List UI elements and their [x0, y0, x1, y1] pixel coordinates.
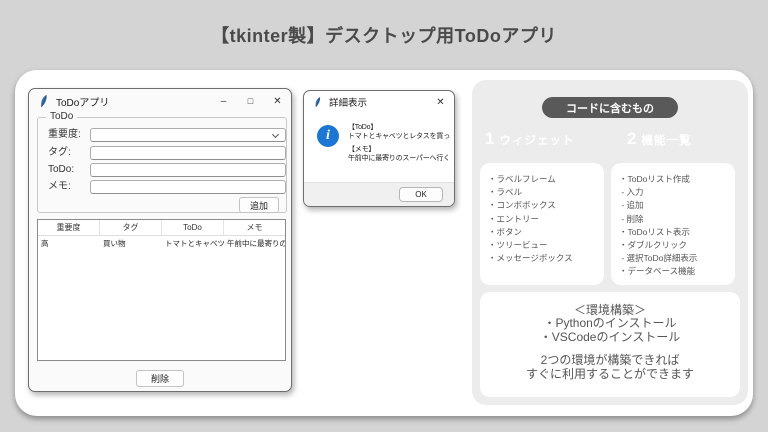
env-note-line: すぐに利用することができます — [525, 366, 694, 381]
section-header-widgets: 1 ウィジェット — [485, 129, 574, 149]
detail-dialog: 詳細表示 ✕ i 【ToDo】 トマトとキャベツとレタスを買ってくる 【メモ】 … — [303, 90, 455, 207]
list-item: ・ラベル — [488, 187, 523, 198]
todo-treeview: 重要度 タグ ToDo メモ 高 買い物 トマトとキャベツとレタスを買ってくる … — [37, 219, 286, 361]
dialog-controls: ✕ — [427, 91, 454, 113]
delete-button[interactable]: 削除 — [136, 370, 184, 387]
todo-label: ToDo: — [48, 164, 75, 175]
treeview-header: 重要度 タグ ToDo メモ — [38, 220, 285, 236]
content-card: ToDoアプリ – □ ✕ ToDo 重要度: タグ: ToDo: メモ: 追加… — [15, 70, 753, 416]
list-item: ・エントリー — [488, 213, 540, 224]
minimize-icon[interactable]: – — [210, 89, 237, 113]
env-heading: ＜環境構築＞ — [573, 303, 646, 317]
todo-labelframe: ToDo 重要度: タグ: ToDo: メモ: 追加 — [37, 111, 287, 213]
section-number: 1 — [485, 129, 495, 148]
message-memo-heading: 【メモ】 — [348, 146, 376, 153]
dialog-body: i 【ToDo】 トマトとキャベツとレタスを買ってくる 【メモ】 午前中に最寄り… — [304, 113, 454, 184]
features-list-card: ・ToDoリスト作成 - 入力 - 追加 - 削除 ・ToDoリスト表示 ・ダブ… — [611, 163, 735, 285]
section-number: 2 — [627, 129, 637, 148]
env-item: ・VSCodeのインストール — [539, 329, 681, 344]
code-contents-panel: コードに含むもの 1 ウィジェット 2 機能一覧 ・ラベルフレーム ・ラベル ・… — [472, 80, 748, 405]
labelframe-legend: ToDo — [46, 111, 78, 123]
python-feather-icon — [41, 94, 47, 108]
widgets-list-card: ・ラベルフレーム ・ラベル ・コンボボックス ・エントリー ・ボタン ・ツリービ… — [480, 163, 604, 285]
memo-input[interactable] — [90, 180, 286, 194]
message-memo-text: 午前中に最寄りのスーパーへ行くこと — [348, 155, 450, 162]
info-icon: i — [317, 125, 339, 147]
slide: 【tkinter製】デスクトップ用ToDoアプリ ToDoアプリ – □ ✕ T… — [0, 0, 768, 432]
table-row[interactable]: 高 買い物 トマトとキャベツとレタスを買ってくる 午前中に最寄りのスーパーへ行く… — [38, 236, 285, 250]
panel-heading-pill: コードに含むもの — [542, 97, 678, 118]
cell-todo: トマトとキャベツとレタスを買ってくる — [165, 239, 224, 248]
tag-input[interactable] — [90, 146, 286, 160]
environment-card: ＜環境構築＞ ・Pythonのインストール ・VSCodeのインストール 2つの… — [480, 292, 740, 397]
section-title: 機能一覧 — [641, 135, 692, 147]
list-item: - 削除 — [619, 213, 644, 224]
dialog-titlebar[interactable]: 詳細表示 ✕ — [304, 91, 454, 113]
todo-input[interactable] — [90, 163, 286, 177]
list-item: ・コンボボックス — [488, 200, 556, 211]
message-todo-heading: 【ToDo】 — [348, 124, 378, 131]
dialog-message: 【ToDo】 トマトとキャベツとレタスを買ってくる 【メモ】 午前中に最寄りのス… — [348, 123, 450, 163]
list-item: ・メッセージボックス — [488, 253, 573, 264]
message-todo-text: トマトとキャベツとレタスを買ってくる — [348, 133, 450, 140]
cell-importance: 高 — [41, 239, 49, 248]
dialog-title: 詳細表示 — [329, 98, 368, 109]
todo-window-title: ToDoアプリ — [56, 97, 110, 109]
close-icon[interactable]: ✕ — [427, 91, 454, 113]
cell-memo: 午前中に最寄りのスーパーへ行くこと — [227, 239, 285, 248]
chevron-down-icon[interactable] — [271, 130, 280, 139]
column-header-memo[interactable]: メモ — [224, 220, 285, 235]
importance-combobox[interactable] — [90, 128, 286, 142]
list-item: - 追加 — [619, 200, 644, 211]
list-item: - 選択ToDo詳細表示 — [619, 253, 698, 264]
list-item: ・ToDoリスト表示 — [619, 226, 690, 237]
column-header-todo[interactable]: ToDo — [162, 220, 224, 235]
memo-label: メモ: — [48, 181, 71, 192]
section-title: ウィジェット — [499, 135, 575, 147]
page-title: 【tkinter製】デスクトップ用ToDoアプリ — [211, 26, 557, 46]
maximize-icon[interactable]: □ — [237, 89, 264, 113]
env-note-line: 2つの環境が構築できれば — [540, 353, 680, 367]
column-header-tag[interactable]: タグ — [100, 220, 162, 235]
cell-tag: 買い物 — [103, 239, 126, 248]
list-item: - 入力 — [619, 187, 644, 198]
section-header-features: 2 機能一覧 — [627, 129, 691, 149]
todo-app-window: ToDoアプリ – □ ✕ ToDo 重要度: タグ: ToDo: メモ: 追加… — [28, 88, 292, 392]
add-button[interactable]: 追加 — [239, 197, 279, 213]
list-item: ・ツリービュー — [488, 240, 548, 251]
tag-label: タグ: — [48, 147, 71, 158]
window-controls: – □ ✕ — [210, 89, 291, 113]
list-item: ・データベース機能 — [619, 266, 696, 277]
dialog-footer: OK — [304, 182, 454, 206]
list-item: ・ボタン — [488, 226, 523, 237]
python-feather-icon — [315, 96, 321, 108]
list-item: ・ToDoリスト作成 — [619, 174, 690, 184]
env-item: ・Pythonのインストール — [543, 316, 677, 330]
importance-label: 重要度: — [48, 129, 81, 140]
list-item: ・ダブルクリック — [619, 240, 688, 251]
todo-window-titlebar[interactable]: ToDoアプリ – □ ✕ — [29, 89, 291, 113]
close-icon[interactable]: ✕ — [264, 89, 291, 113]
ok-button[interactable]: OK — [399, 187, 443, 202]
column-header-importance[interactable]: 重要度 — [38, 220, 100, 235]
list-item: ・ラベルフレーム — [488, 174, 556, 184]
